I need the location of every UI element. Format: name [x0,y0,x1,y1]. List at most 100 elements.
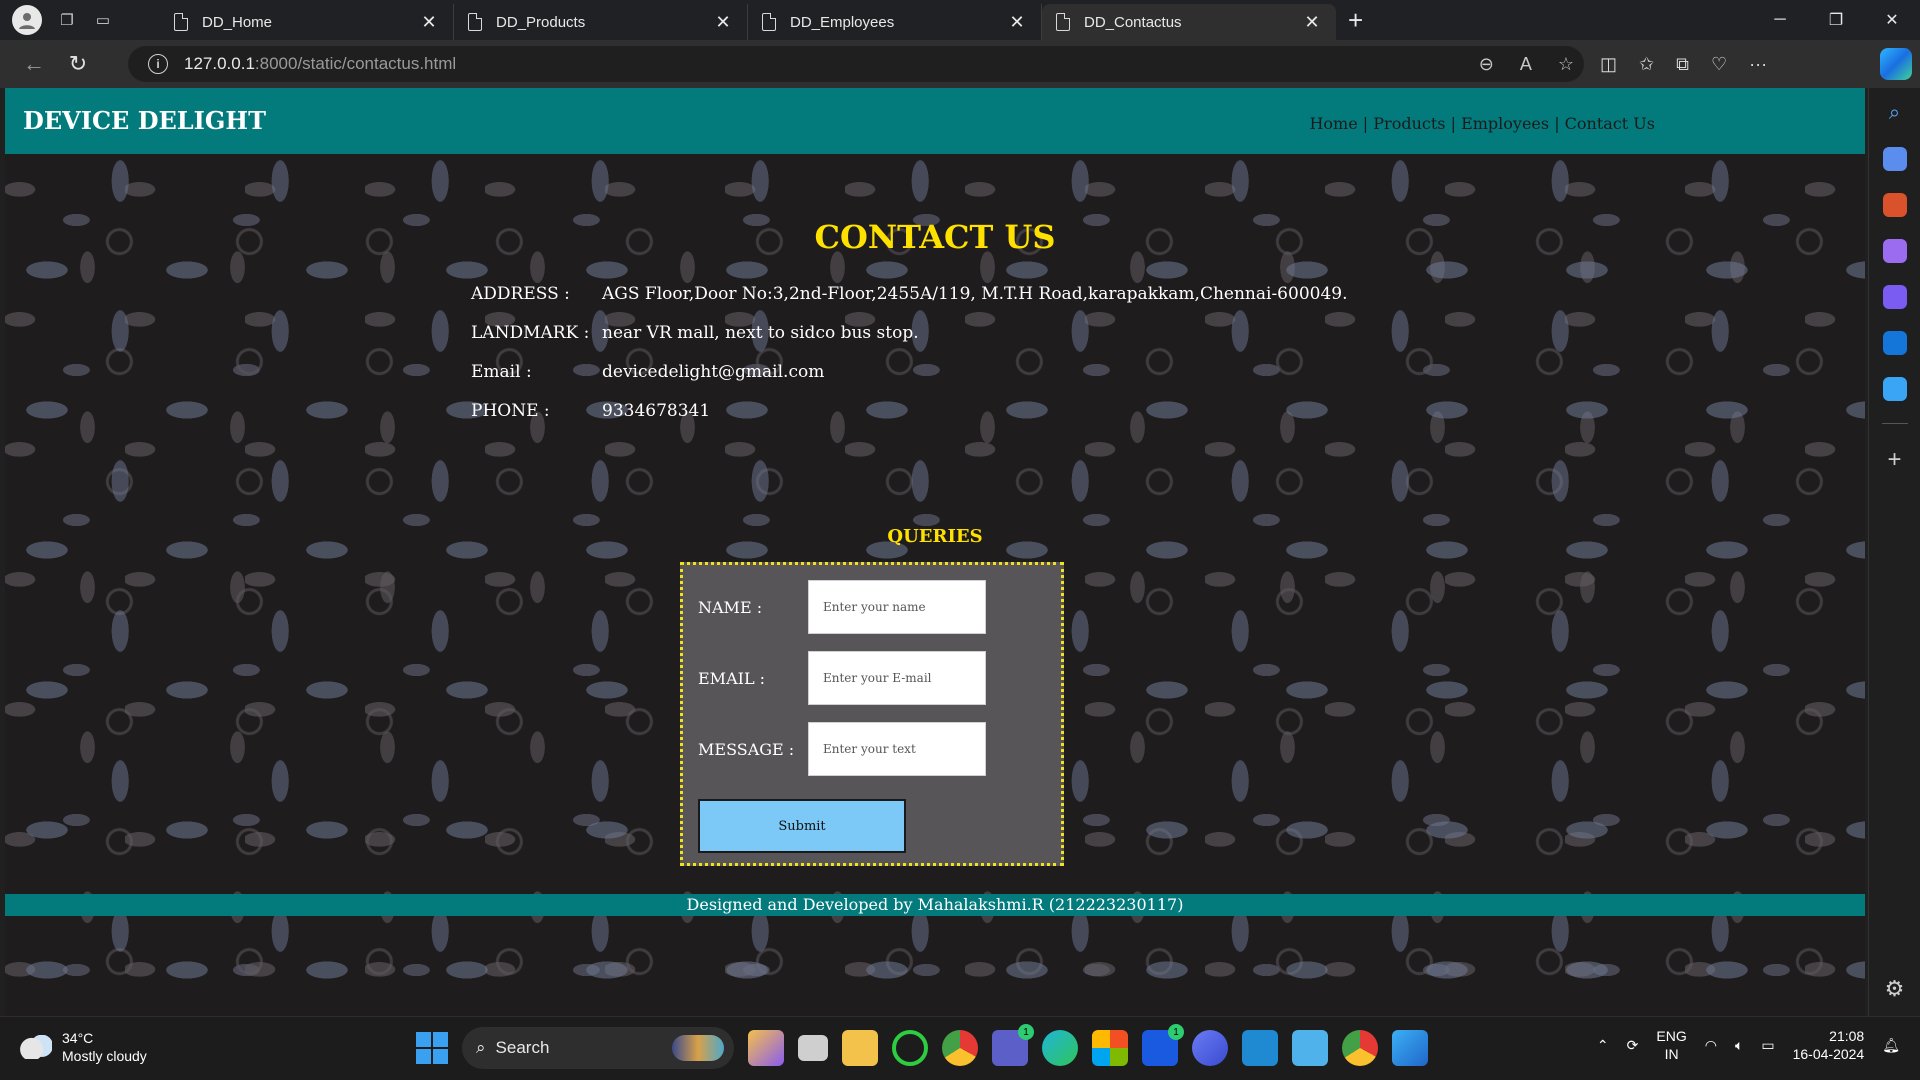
battery-icon[interactable]: ▭ [1761,1037,1774,1054]
edge-icon[interactable] [1042,1030,1078,1066]
copilot-app-icon[interactable] [748,1030,784,1066]
favorite-star-icon[interactable]: ☆ [1558,54,1574,75]
message-label: MESSAGE : [698,739,795,759]
sidebar-divider [1881,423,1908,424]
windows-taskbar: 34°C Mostly cloudy ⌕ Search 1 1 ⌃ ⟳ ENG … [0,1016,1920,1080]
close-tab-icon[interactable]: ✕ [713,12,733,33]
web-page: DEVICE DELIGHT Home | Products | Employe… [5,88,1865,1016]
email-label: Email : [471,361,532,382]
submit-button[interactable]: Submit [698,799,906,853]
volume-icon[interactable]: 🔈︎ [1735,1037,1743,1054]
nav-link-home[interactable]: Home [1309,114,1357,133]
site-header: DEVICE DELIGHT Home | Products | Employe… [5,88,1865,154]
restore-icon[interactable]: ❐ [1808,0,1864,40]
tab-label: DD_Employees [790,13,895,31]
favorites-icon[interactable]: ✩ [1639,54,1654,75]
notification-badge: 1 [1168,1024,1184,1040]
arc-app-icon[interactable] [1192,1030,1228,1066]
outlook-icon[interactable] [1882,331,1907,355]
name-label: NAME : [698,597,763,617]
tools-icon[interactable] [1882,193,1907,217]
wifi-icon[interactable]: ◠ [1705,1037,1717,1054]
tab-label: DD_Contactus [1084,13,1182,31]
games-icon[interactable] [1882,239,1907,263]
nav-link-products[interactable]: Products [1373,114,1445,133]
refresh-app-icon[interactable] [892,1030,928,1066]
contact-info: ADDRESS : AGS Floor,Door No:3,2nd-Floor,… [471,274,1348,430]
message-input[interactable] [808,722,986,776]
add-icon[interactable]: + [1887,446,1901,474]
store-icon[interactable] [1092,1030,1128,1066]
site-nav: Home | Products | Employees | Contact Us [1309,114,1655,133]
new-tab-button[interactable]: + [1348,5,1363,36]
address-row: ADDRESS : AGS Floor,Door No:3,2nd-Floor,… [471,274,1348,313]
url-text[interactable]: 127.0.0.1:8000/static/contactus.html [184,54,456,74]
tab-actions-icon[interactable]: ▭ [92,9,114,31]
workspaces-icon[interactable]: ❐ [56,9,78,31]
page-icon [1056,13,1070,31]
minimize-icon[interactable]: ─ [1752,0,1808,40]
site-brand: DEVICE DELIGHT [23,106,266,135]
phone-label: PHONE : [471,400,550,421]
collections-icon[interactable]: ⧉ [1676,54,1689,75]
notification-badge: 1 [1018,1024,1034,1040]
zoom-icon[interactable]: ⊖ [1479,54,1494,75]
weather-temp: 34°C [62,1030,94,1046]
drop-icon[interactable] [1882,377,1907,401]
site-info-icon[interactable]: i [148,54,168,74]
photos-icon[interactable] [1392,1030,1428,1066]
address-toolbar: ← ↻ i 127.0.0.1:8000/static/contactus.ht… [0,40,1920,88]
back-arrow-icon[interactable]: ← [12,44,56,84]
weather-widget[interactable]: 34°C Mostly cloudy [18,1029,147,1065]
close-tab-icon[interactable]: ✕ [1007,12,1027,33]
language-indicator[interactable]: ENG IN [1656,1027,1686,1063]
clock-date: 16-04-2024 [1792,1046,1865,1062]
phone-value: 9334678341 [602,400,711,421]
read-aloud-icon[interactable]: A [1520,54,1532,75]
shopping-icon[interactable] [1882,147,1907,171]
browser-essentials-icon[interactable]: ♡ [1711,54,1727,75]
nav-link-contact[interactable]: Contact Us [1565,114,1655,133]
settings-gear-icon[interactable]: ⚙ [1885,976,1905,1002]
tab-dd-home[interactable]: DD_Home ✕ [160,4,454,40]
clock[interactable]: 21:08 16-04-2024 [1793,1027,1865,1063]
page-icon [762,13,776,31]
nav-separator: | [1450,114,1456,133]
chrome-profile-icon[interactable] [942,1030,978,1066]
search-icon: ⌕ [476,1038,486,1057]
task-view-icon[interactable] [798,1035,828,1061]
page-icon [468,13,482,31]
search-icon[interactable]: ⌕ [1889,102,1900,125]
nav-link-employees[interactable]: Employees [1461,114,1549,133]
teams-icon[interactable]: 1 [992,1024,1034,1066]
taskbar-search[interactable]: ⌕ Search [462,1027,734,1069]
notepad-icon[interactable] [1292,1030,1328,1066]
email-form-row: EMAIL : [698,651,986,705]
email-value: devicedelight@gmail.com [602,361,825,382]
notification-bell-icon[interactable]: 🔔︎ [1882,1037,1900,1054]
vscode-icon[interactable] [1242,1030,1278,1066]
close-tab-icon[interactable]: ✕ [419,12,439,33]
tab-dd-products[interactable]: DD_Products ✕ [454,4,748,40]
profile-avatar[interactable] [12,5,42,35]
sync-icon[interactable]: ⟳ [1627,1037,1639,1054]
more-options-icon[interactable]: ··· [1749,54,1767,75]
address-bar[interactable]: i 127.0.0.1:8000/static/contactus.html ⊖… [128,46,1584,82]
chrome-icon[interactable] [1342,1030,1378,1066]
copilot-icon[interactable] [1880,48,1912,80]
landmark-label: LANDMARK : [471,322,590,343]
message-row: MESSAGE : [698,722,986,776]
split-screen-icon[interactable]: ◫ [1600,54,1617,75]
l-app-icon[interactable]: 1 [1142,1024,1184,1066]
tab-dd-employees[interactable]: DD_Employees ✕ [748,4,1042,40]
tab-dd-contactus[interactable]: DD_Contactus ✕ [1042,4,1336,40]
email-input[interactable] [808,651,986,705]
file-explorer-icon[interactable] [842,1030,878,1066]
name-input[interactable] [808,580,986,634]
windows-start-icon[interactable] [416,1032,448,1064]
reload-icon[interactable]: ↻ [56,44,100,84]
close-window-icon[interactable]: ✕ [1864,0,1920,40]
microsoft-365-icon[interactable] [1882,285,1907,309]
close-tab-icon[interactable]: ✕ [1302,12,1322,33]
chevron-up-icon[interactable]: ⌃ [1597,1037,1609,1054]
